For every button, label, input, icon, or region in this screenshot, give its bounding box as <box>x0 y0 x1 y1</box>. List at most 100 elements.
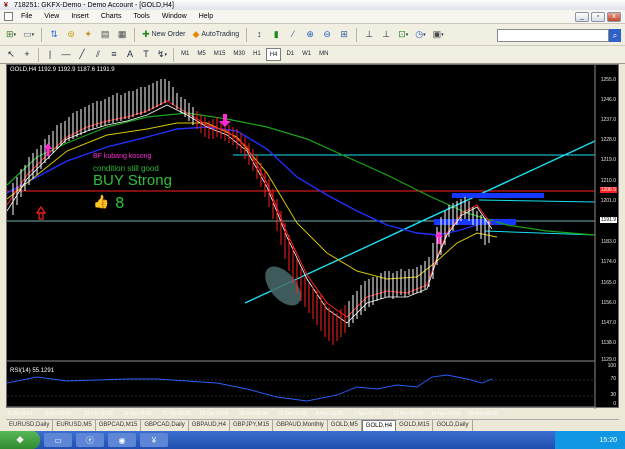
new-chart-icon[interactable]: ⊞ ▾ <box>4 27 18 43</box>
templates-icon[interactable]: ▣ ▾ <box>431 27 446 43</box>
restore-button[interactable]: ▫ <box>591 12 605 22</box>
tab-gbpaud-h4[interactable]: GBPAUD,H4 <box>189 420 230 431</box>
horizontal-line-cyan-mid[interactable] <box>478 199 596 203</box>
timeframe-h4[interactable]: H4 <box>265 48 282 61</box>
rsi-line <box>7 374 493 402</box>
tab-gold-m15[interactable]: GOLD,M15 <box>396 420 434 431</box>
document-icon[interactable] <box>4 12 13 21</box>
timeframe-m5[interactable]: M5 <box>194 48 208 61</box>
app-window: ¥ 718251: GKFX-Demo - Demo Account - [GO… <box>0 0 625 449</box>
strategy-tester-icon[interactable]: ▦ <box>115 27 129 43</box>
market-watch-icon[interactable]: ⇅ <box>47 27 61 43</box>
indicators-icon[interactable]: ⊡ ▾ <box>396 27 410 43</box>
search-input[interactable] <box>497 29 609 42</box>
line-chart-icon[interactable]: ⁄ <box>286 27 300 43</box>
drawing-toolbar: ↖ + | — ╱ ⫽ ≡ A T ↯ ▾ M1 M5 M15 M30 H1 H4… <box>0 46 625 64</box>
vertical-line-tool[interactable]: | <box>43 47 57 63</box>
timeframe-h1[interactable]: H1 <box>250 48 264 61</box>
rsi-label: 30 <box>610 392 616 398</box>
tab-gbpcad-m15[interactable]: GBPCAD,M15 <box>96 420 142 431</box>
tab-eurusd-daily[interactable]: EURUSD,Daily <box>6 420 54 431</box>
horizontal-line-cyan-lower[interactable] <box>484 230 596 236</box>
menu-insert[interactable]: Insert <box>65 13 95 20</box>
tab-gold-h4[interactable]: GOLD,H4 <box>361 420 397 431</box>
timeframe-d1[interactable]: D1 <box>283 48 297 61</box>
timeframe-mn[interactable]: MN <box>316 48 331 61</box>
timeframe-m1[interactable]: M1 <box>178 48 192 61</box>
price-label: 1147.0 <box>601 320 616 326</box>
tab-gbpjpy-m15[interactable]: GBPJPY,M15 <box>230 420 274 431</box>
profiles-icon[interactable]: ▭ ▾ <box>21 27 36 43</box>
timeframe-m15[interactable]: M15 <box>211 48 229 61</box>
text-tool[interactable]: A <box>123 47 137 63</box>
bar-chart-icon[interactable]: ↕ <box>252 27 266 43</box>
tab-gold-m5[interactable]: GOLD,M5 <box>328 420 362 431</box>
label-tool[interactable]: T <box>139 47 153 63</box>
terminal-icon[interactable]: ▤ <box>98 27 112 43</box>
menu-tools[interactable]: Tools <box>127 13 155 20</box>
start-button[interactable]: ❖ <box>0 431 40 449</box>
arrows-tool[interactable]: ↯ ▾ <box>155 47 169 63</box>
menu-window[interactable]: Window <box>156 13 193 20</box>
price-label: 1183.0 <box>601 239 616 245</box>
search-icon[interactable]: ⌕ <box>609 29 621 42</box>
new-order-button[interactable]: ✚ New Order <box>140 27 187 43</box>
chart-shift-icon[interactable]: ⊥ <box>379 27 393 43</box>
periods-icon[interactable]: ◷ ▾ <box>413 27 427 43</box>
timeframe-m30[interactable]: M30 <box>230 48 248 61</box>
price-label: 1246.0 <box>600 97 616 103</box>
red-arrow-icon <box>35 205 47 214</box>
magenta-arrow-icon <box>437 237 441 244</box>
zoom-out-icon[interactable]: ⊖ <box>320 27 334 43</box>
price-label: 1255.0 <box>600 77 616 83</box>
price-label: 1201.0 <box>600 198 616 204</box>
tab-gbpcad-daily[interactable]: GBPCAD,Daily <box>141 420 189 431</box>
metatrader-icon[interactable]: ¥ <box>140 433 168 447</box>
autotrading-icon: ◆ <box>192 29 200 39</box>
price-chart-canvas[interactable]: 👍 8 <box>7 65 620 409</box>
autoscroll-icon[interactable]: ⊥ <box>362 27 376 43</box>
resistance-box[interactable] <box>452 193 544 198</box>
autotrading-button[interactable]: ◆ AutoTrading <box>190 27 241 43</box>
trendline-tool[interactable]: ╱ <box>75 47 89 63</box>
horizontal-line-tool[interactable]: — <box>59 47 73 63</box>
annotation-line-1[interactable]: BF kubang kosong <box>93 153 151 160</box>
ok-hand-icon: 8 <box>115 194 125 212</box>
crosshair-tool[interactable]: + <box>20 47 34 63</box>
app-icon: ¥ <box>4 1 8 9</box>
toolbar-separator <box>134 27 136 42</box>
browser-icon[interactable]: ⓔ <box>76 433 104 447</box>
annotation-buy-strong[interactable]: BUY Strong <box>93 172 172 189</box>
menu-file[interactable]: File <box>15 13 38 20</box>
tab-gbpaud-monthly[interactable]: GBPAUD,Monthly <box>273 420 328 431</box>
thumbs-up-icon: 👍 <box>93 194 109 210</box>
tile-icon[interactable]: ⊞ <box>337 27 351 43</box>
zoom-in-icon[interactable]: ⊕ <box>303 27 317 43</box>
menu-view[interactable]: View <box>38 13 65 20</box>
rsi-header: RSI(14) 55.1291 <box>10 368 55 374</box>
navigator-icon[interactable]: ✦ <box>81 27 95 43</box>
price-label: 1174.0 <box>601 259 616 265</box>
time-label: 12 Nov 00:00 <box>393 411 423 417</box>
moving-average-blue <box>7 126 498 236</box>
candlestick-icon[interactable]: ▮ <box>269 27 283 43</box>
magenta-arrow-icon <box>223 114 227 121</box>
data-window-icon[interactable]: ⊚ <box>64 27 78 43</box>
menu-charts[interactable]: Charts <box>95 13 128 20</box>
label-tool-glyph: T <box>143 49 149 59</box>
toolbar-separator <box>38 47 39 62</box>
symbol-header: GOLD,H4 1192.9 1192.9 1187.6 1191.9 <box>10 67 115 73</box>
channel-tool[interactable]: ⫽ <box>91 47 105 63</box>
explorer-icon[interactable]: ▭ <box>44 433 72 447</box>
close-button[interactable]: x <box>607 12 621 22</box>
timeframe-w1[interactable]: W1 <box>299 48 314 61</box>
tab-gold-daily[interactable]: GOLD,Daily <box>433 420 473 431</box>
chart-window[interactable]: 👍 8 GOLD,H4 1192.9 1192.9 1187.6 1191.9 … <box>6 64 620 417</box>
chrome-icon[interactable]: ◉ <box>108 433 136 447</box>
menu-help[interactable]: Help <box>193 13 219 20</box>
minimize-button[interactable]: _ <box>575 12 589 22</box>
fibonacci-tool[interactable]: ≡ <box>107 47 121 63</box>
cursor-tool[interactable]: ↖ <box>4 47 18 63</box>
tab-eurusd-m5[interactable]: EURUSD,M5 <box>53 420 96 431</box>
clock[interactable]: 15:20 <box>599 437 617 444</box>
